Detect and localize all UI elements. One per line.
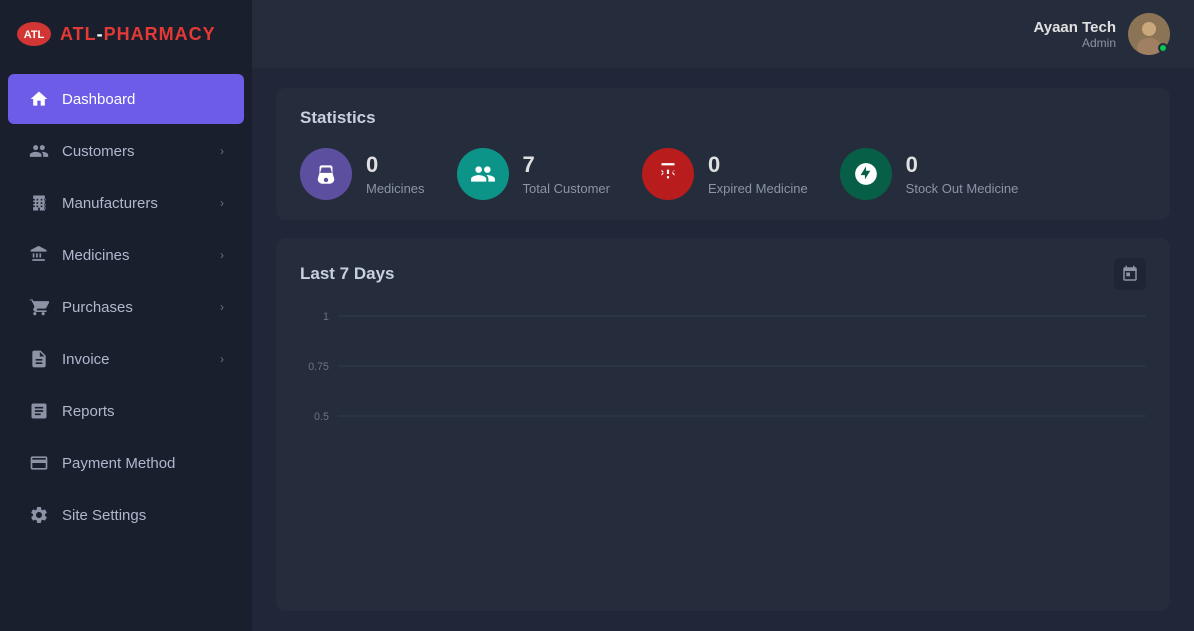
logo: ATL ATL-PHARMACY (0, 0, 252, 68)
chart-area: 1 0.75 0.5 (300, 306, 1146, 506)
calendar-icon (1121, 265, 1139, 283)
chart-title: Last 7 Days (300, 264, 395, 284)
stat-icon-stockout (840, 148, 892, 200)
statistics-title: Statistics (300, 108, 1146, 128)
avatar-wrap (1128, 13, 1170, 55)
chevron-right-icon: › (220, 352, 224, 366)
sidebar-item-site-settings[interactable]: Site Settings (8, 490, 244, 540)
user-text: Ayaan Tech Admin (1033, 19, 1116, 50)
medicine-icon (28, 244, 50, 266)
content-area: Statistics 0 Medicines (252, 68, 1194, 631)
stat-info-customers: 7 Total Customer (523, 152, 610, 195)
stat-count-stockout: 0 (906, 152, 1019, 178)
chevron-right-icon: › (220, 144, 224, 158)
sidebar-item-dashboard[interactable]: Dashboard (8, 74, 244, 124)
user-info: Ayaan Tech Admin (1033, 13, 1170, 55)
settings-icon (28, 504, 50, 526)
stockout-icon (853, 161, 879, 187)
expired-icon (655, 161, 681, 187)
svg-text:0.75: 0.75 (308, 361, 329, 373)
stat-info-medicines: 0 Medicines (366, 152, 425, 195)
sidebar-item-manufacturers[interactable]: Manufacturers › (8, 178, 244, 228)
people-icon (28, 140, 50, 162)
stat-icon-customers (457, 148, 509, 200)
user-role: Admin (1033, 36, 1116, 50)
stat-label-medicines: Medicines (366, 181, 425, 196)
svg-text:ATL: ATL (24, 29, 45, 41)
stat-icon-expired (642, 148, 694, 200)
factory-icon (28, 192, 50, 214)
stat-info-expired: 0 Expired Medicine (708, 152, 808, 195)
sidebar-item-medicines[interactable]: Medicines › (8, 230, 244, 280)
stat-label-expired: Expired Medicine (708, 181, 808, 196)
sidebar: ATL ATL-PHARMACY Dashboard Customers › (0, 0, 252, 631)
home-icon (28, 88, 50, 110)
stat-item-expired: 0 Expired Medicine (642, 148, 808, 200)
cart-icon (28, 296, 50, 318)
stat-label-stockout: Stock Out Medicine (906, 181, 1019, 196)
chevron-right-icon: › (220, 300, 224, 314)
stat-item-customers: 7 Total Customer (457, 148, 610, 200)
logo-text: ATL-PHARMACY (60, 24, 216, 45)
chart-header: Last 7 Days (300, 258, 1146, 290)
reports-icon (28, 400, 50, 422)
stat-item-medicines: 0 Medicines (300, 148, 425, 200)
sidebar-item-customers[interactable]: Customers › (8, 126, 244, 176)
chevron-right-icon: › (220, 248, 224, 262)
medicines-icon (313, 161, 339, 187)
nav-menu: Dashboard Customers › Manufacturers › Me… (0, 68, 252, 631)
calendar-button[interactable] (1114, 258, 1146, 290)
stat-count-medicines: 0 (366, 152, 425, 178)
main-content: Ayaan Tech Admin Statistics (252, 0, 1194, 631)
online-indicator (1158, 43, 1168, 53)
stat-icon-medicines (300, 148, 352, 200)
svg-text:0.5: 0.5 (314, 411, 329, 423)
sidebar-item-reports[interactable]: Reports (8, 386, 244, 436)
invoice-icon (28, 348, 50, 370)
stat-count-customers: 7 (523, 152, 610, 178)
stat-info-stockout: 0 Stock Out Medicine (906, 152, 1019, 195)
customers-icon (470, 161, 496, 187)
sidebar-item-payment-method[interactable]: Payment Method (8, 438, 244, 488)
sidebar-item-invoice[interactable]: Invoice › (8, 334, 244, 384)
svg-text:1: 1 (323, 311, 329, 323)
payment-icon (28, 452, 50, 474)
stat-item-stockout: 0 Stock Out Medicine (840, 148, 1019, 200)
chart-card: Last 7 Days 1 0.75 0.5 (276, 238, 1170, 611)
stat-count-expired: 0 (708, 152, 808, 178)
chevron-right-icon: › (220, 196, 224, 210)
statistics-card: Statistics 0 Medicines (276, 88, 1170, 220)
header: Ayaan Tech Admin (252, 0, 1194, 68)
chart-svg: 1 0.75 0.5 (300, 306, 1146, 506)
stat-label-customers: Total Customer (523, 181, 610, 196)
stats-grid: 0 Medicines 7 Total Customer (300, 148, 1146, 200)
sidebar-item-purchases[interactable]: Purchases › (8, 282, 244, 332)
user-name: Ayaan Tech (1033, 19, 1116, 36)
logo-icon: ATL (16, 16, 52, 52)
